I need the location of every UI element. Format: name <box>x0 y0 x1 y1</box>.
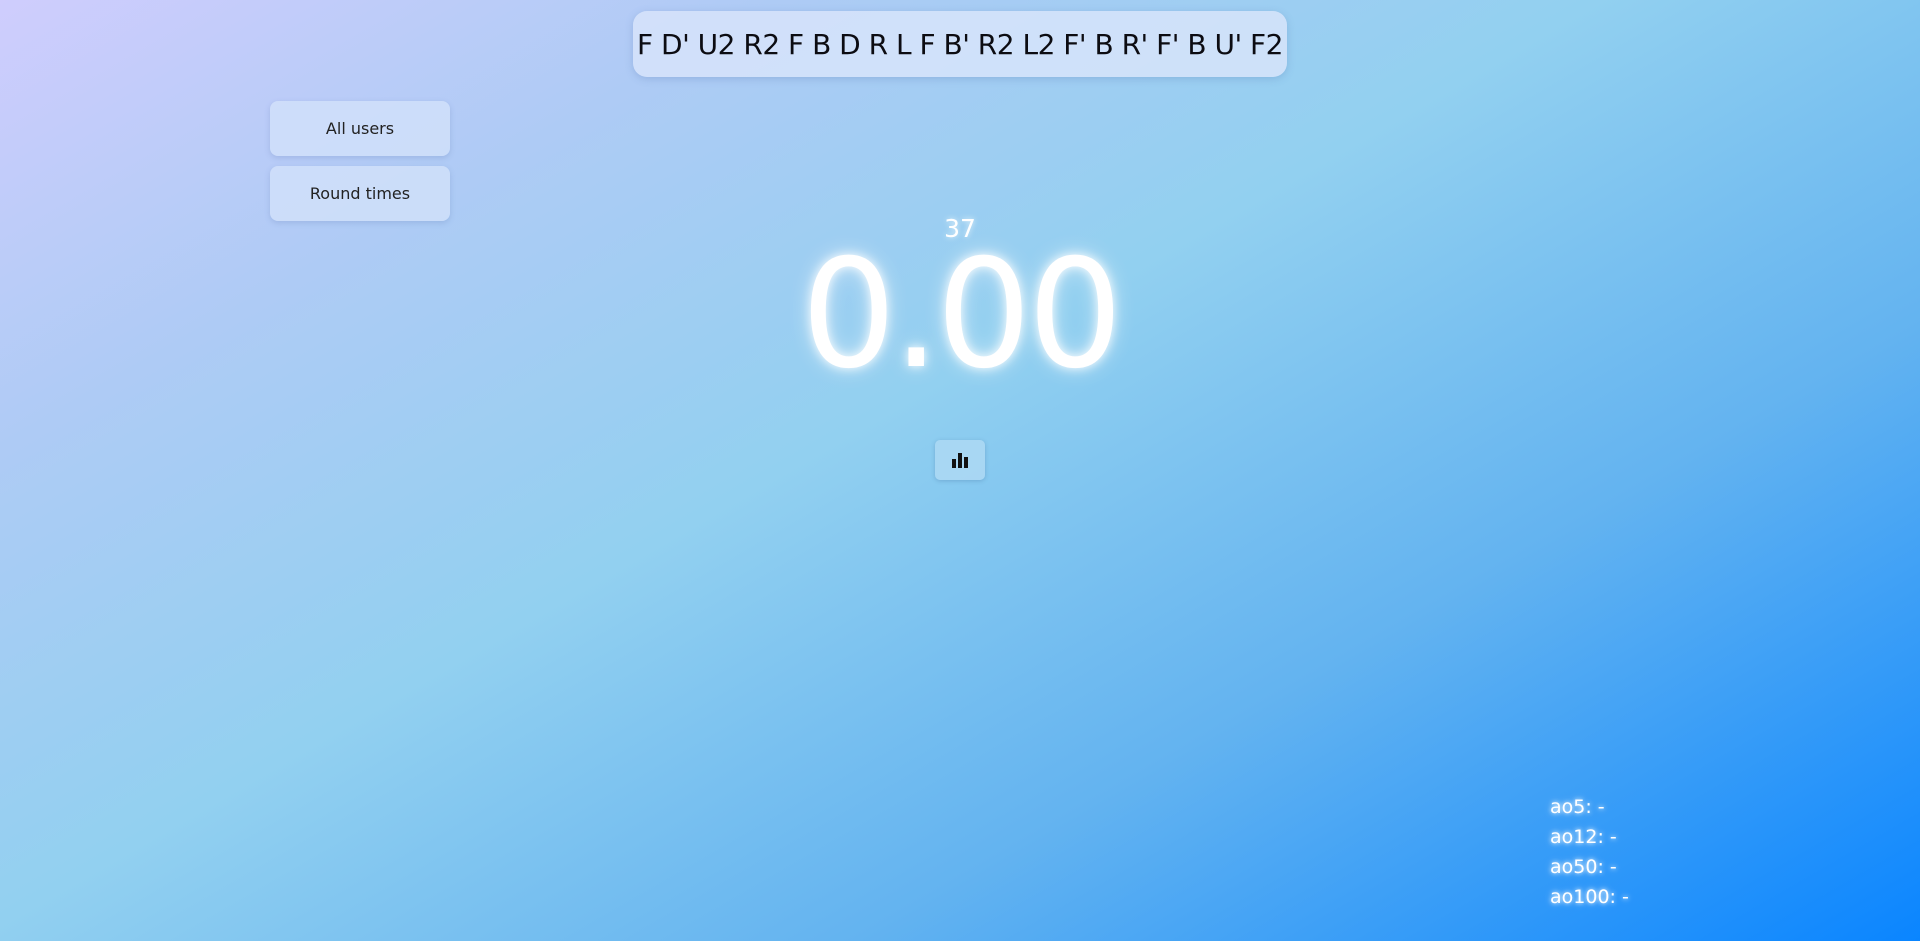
average-ao12: ao12: - <box>1550 826 1617 848</box>
scramble-bar: F D' U2 R2 F B D R L F B' R2 L2 F' B R' … <box>633 11 1287 77</box>
average-ao100: ao100: - <box>1550 886 1629 908</box>
round-times-button[interactable]: Round times <box>270 166 450 221</box>
stats-button[interactable] <box>935 440 985 480</box>
average-ao5: ao5: - <box>1550 796 1605 818</box>
bar-chart-icon <box>952 453 968 468</box>
average-ao50: ao50: - <box>1550 856 1617 878</box>
timer-display[interactable]: 0.00 <box>760 235 1160 395</box>
averages-panel: ao5: - ao12: - ao50: - ao100: - <box>1550 792 1629 912</box>
scramble-text: F D' U2 R2 F B D R L F B' R2 L2 F' B R' … <box>637 27 1283 61</box>
all-users-button[interactable]: All users <box>270 101 450 156</box>
